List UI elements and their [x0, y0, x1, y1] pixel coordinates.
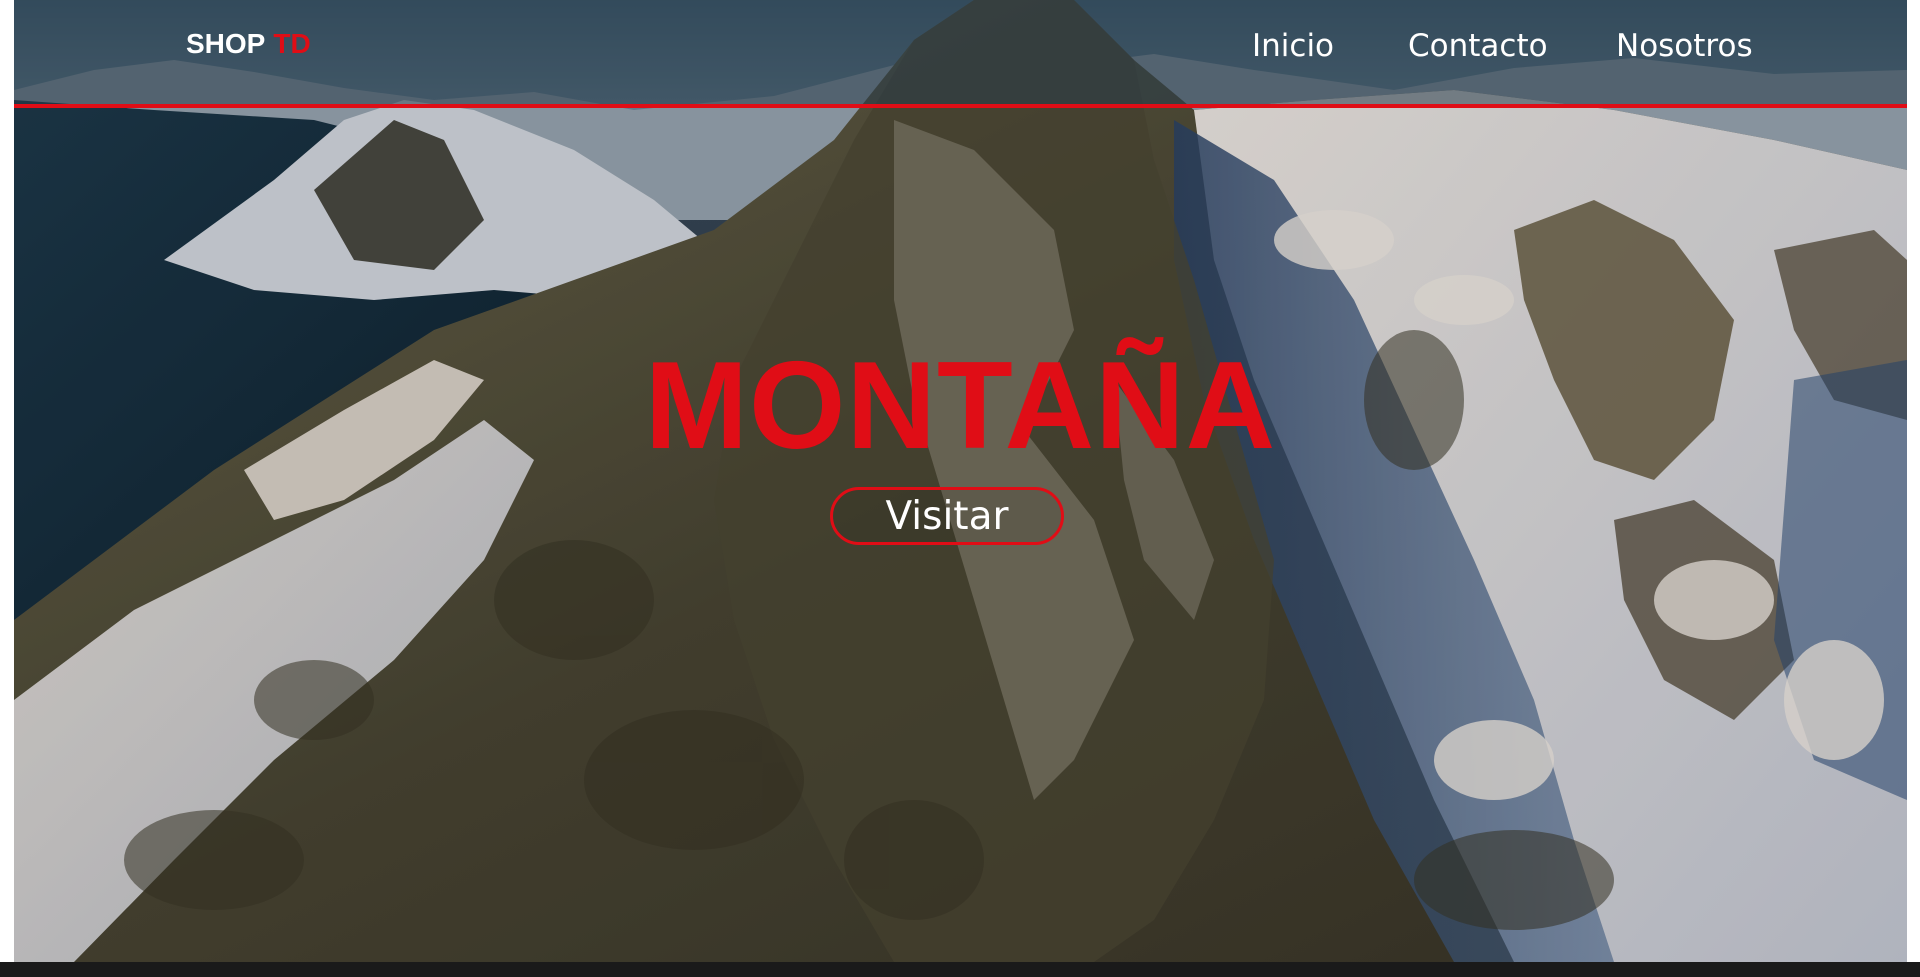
- page: SHOP TD Inicio Contacto Nosotros MONTAÑA …: [0, 0, 1920, 977]
- bottom-bar: [0, 962, 1920, 977]
- hero-section: SHOP TD Inicio Contacto Nosotros MONTAÑA …: [14, 0, 1907, 962]
- visit-button[interactable]: Visitar: [830, 487, 1064, 545]
- nav-link-contacto[interactable]: Contacto: [1408, 28, 1548, 64]
- nav-link-nosotros[interactable]: Nosotros: [1616, 28, 1753, 64]
- mountain-background-image: [14, 0, 1907, 962]
- right-gutter: [1907, 0, 1920, 962]
- nav-links: Inicio Contacto Nosotros: [14, 28, 1907, 68]
- hero-title: MONTAÑA: [644, 337, 1277, 475]
- navbar: SHOP TD Inicio Contacto Nosotros: [14, 0, 1907, 108]
- nav-link-inicio[interactable]: Inicio: [1252, 28, 1334, 64]
